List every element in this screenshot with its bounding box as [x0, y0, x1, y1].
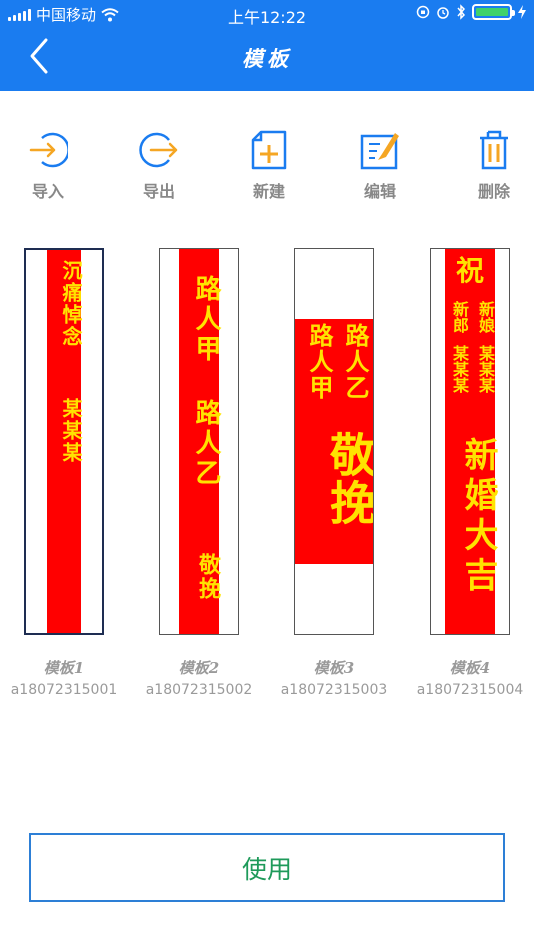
template-card-4[interactable]: 祝 新娘 某某某 新郎 某某某 新婚大吉 模板4 a18072315004 [410, 248, 530, 698]
template-card-2[interactable]: 路人甲 路人乙 敬挽 模板2 a18072315002 [139, 248, 259, 698]
template-4-col-right2: 某某某 [476, 345, 495, 393]
status-right [416, 4, 526, 20]
charging-icon [518, 5, 526, 19]
new-file-icon [251, 130, 287, 170]
import-icon [29, 132, 68, 168]
template-preview-2[interactable]: 路人甲 路人乙 敬挽 [159, 248, 239, 635]
edit-icon [360, 133, 399, 170]
template-preview-1[interactable]: 沉痛悼念 某某某 [24, 248, 104, 635]
page-title: 模板 [242, 46, 292, 71]
template-preview-3[interactable]: 路人乙 路人甲 敬挽 [294, 248, 374, 635]
battery-icon [472, 4, 515, 20]
export-label: 导出 [142, 182, 175, 201]
header-bar: 中国移动 上午12:22 模板 [0, 0, 534, 91]
status-bar: 中国移动 上午12:22 [0, 0, 534, 28]
template-2-line2: 路人乙 [191, 399, 221, 489]
template-3-big: 敬挽 [323, 431, 374, 527]
template-name: 模板1 [43, 659, 85, 677]
template-2-line3: 敬挽 [195, 553, 221, 601]
template-name: 模板3 [313, 659, 355, 677]
template-4-col-right1: 新娘 [476, 301, 495, 333]
template-code: a18072315003 [280, 682, 388, 698]
template-4-big: 新婚大吉 [458, 437, 498, 597]
template-1-line2: 某某某 [59, 398, 83, 464]
template-card-1[interactable]: 沉痛悼念 某某某 模板1 a18072315001 [4, 248, 124, 698]
template-2-line1: 路人甲 [191, 275, 221, 365]
template-3-col-right: 路人乙 [341, 323, 370, 401]
delete-button[interactable]: 删除 [454, 130, 534, 202]
template-card-3[interactable]: 路人乙 路人甲 敬挽 模板3 a18072315003 [274, 248, 394, 698]
template-code: a18072315004 [416, 682, 524, 698]
orientation-lock-icon [416, 5, 430, 19]
toolbar: 导入 导出 新建 编辑 删除 [0, 130, 534, 210]
template-preview-4[interactable]: 祝 新娘 某某某 新郎 某某某 新婚大吉 [430, 248, 510, 635]
alarm-icon [437, 7, 449, 19]
use-button[interactable]: 使用 [29, 833, 505, 902]
template-4-top: 祝 [455, 254, 484, 287]
delete-label: 删除 [477, 182, 510, 201]
template-1-line1: 沉痛悼念 [59, 260, 83, 348]
template-code: a18072315002 [145, 682, 253, 698]
export-button[interactable]: 导出 [119, 130, 199, 202]
template-3-col-left: 路人甲 [305, 323, 334, 401]
template-list: 沉痛悼念 某某某 模板1 a18072315001 路人甲 路人乙 敬挽 模板2… [0, 248, 534, 698]
template-4-col-left2: 某某某 [450, 345, 469, 393]
edit-label: 编辑 [363, 182, 396, 201]
template-code: a18072315001 [10, 682, 118, 698]
template-name: 模板4 [449, 659, 491, 677]
trash-icon [480, 130, 508, 170]
new-button[interactable]: 新建 [229, 130, 309, 202]
import-button[interactable]: 导入 [8, 130, 88, 202]
import-label: 导入 [31, 182, 64, 201]
bluetooth-icon [457, 4, 466, 20]
template-4-col-left1: 新郎 [450, 301, 469, 333]
template-name: 模板2 [178, 659, 220, 677]
new-label: 新建 [252, 182, 285, 201]
export-icon [139, 132, 178, 168]
edit-button[interactable]: 编辑 [340, 130, 420, 202]
